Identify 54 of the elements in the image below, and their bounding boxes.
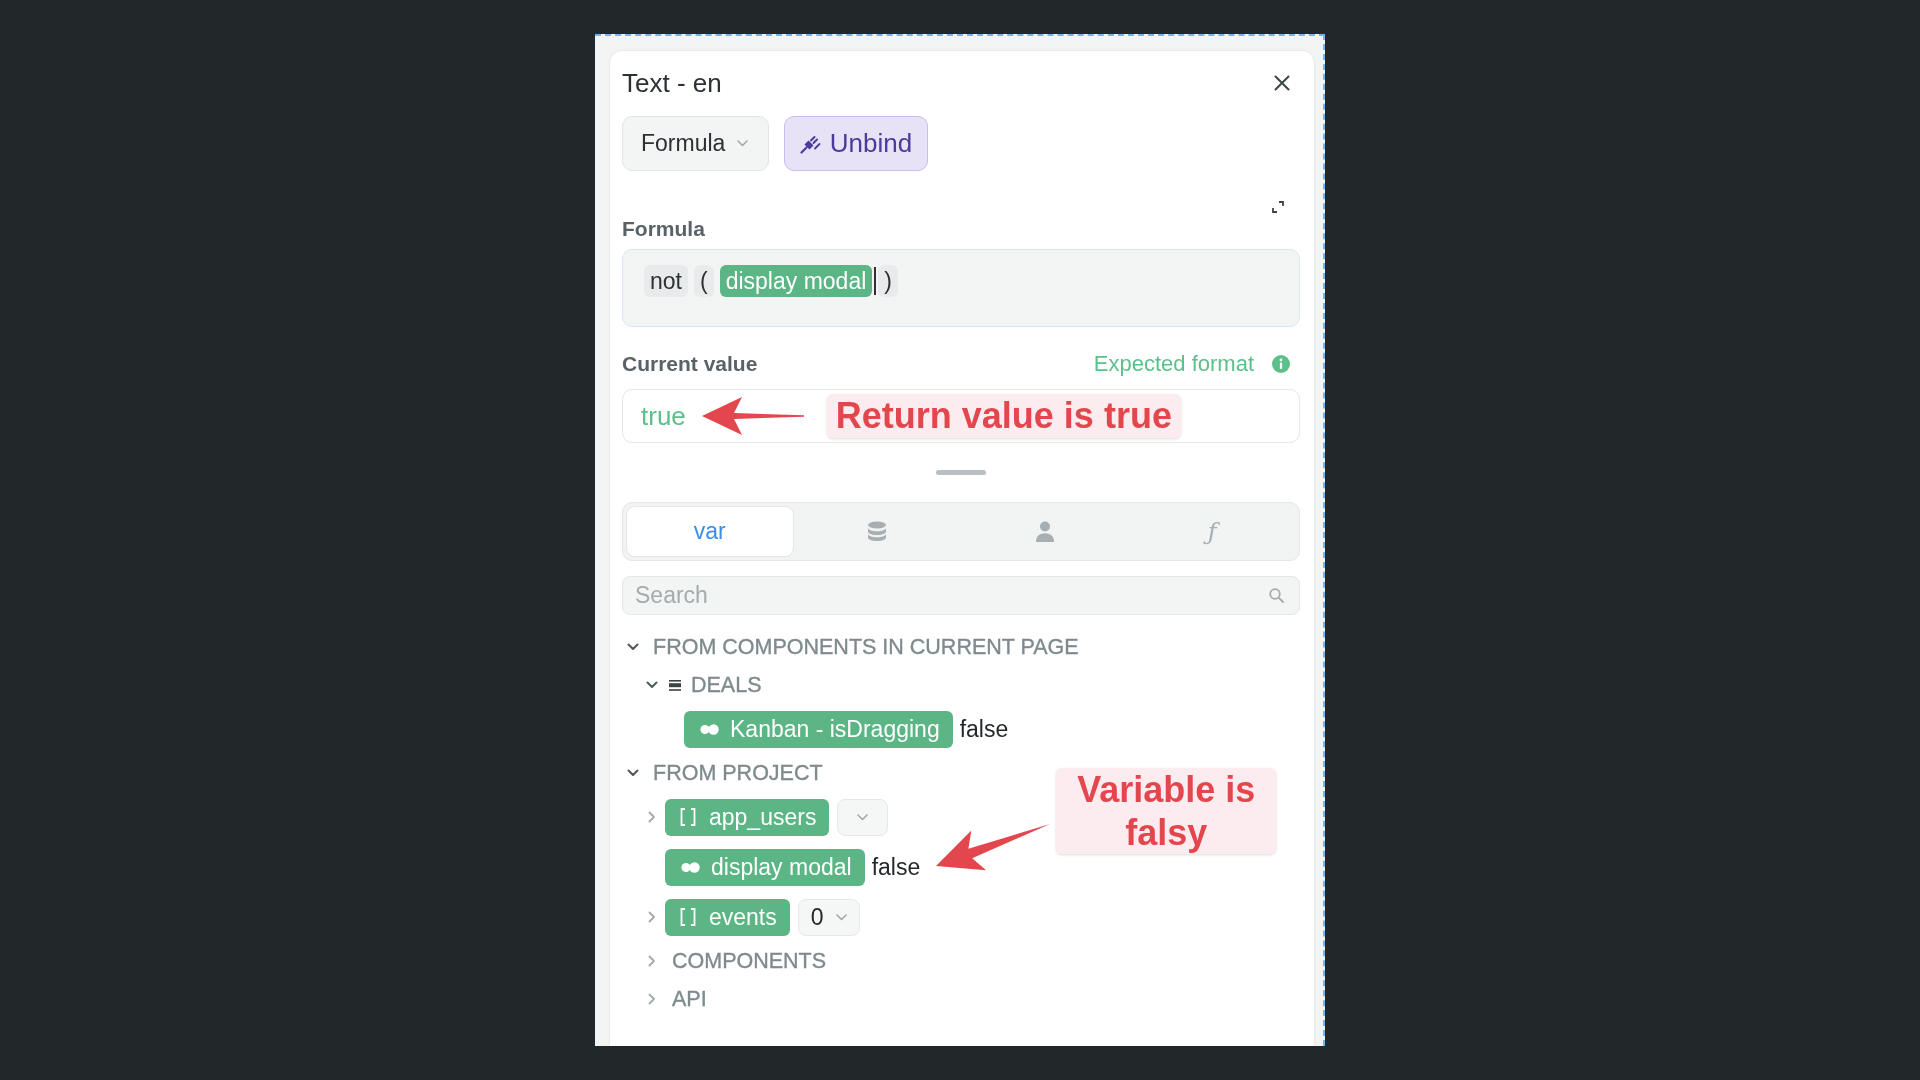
unbind-button[interactable]: Unbind [784, 116, 928, 171]
dots-icon [681, 861, 700, 873]
field-label: Current value [622, 351, 758, 377]
brackets-icon [680, 908, 696, 926]
search-field[interactable]: Search [622, 576, 1300, 615]
close-icon [1274, 75, 1290, 91]
tab[interactable]: var [627, 507, 793, 556]
dots-icon [700, 723, 719, 735]
chevron-down-icon[interactable] [646, 681, 658, 689]
section-label: FROM PROJECT [653, 760, 823, 786]
expand-icon[interactable] [1272, 200, 1284, 213]
value-text: true [641, 400, 686, 432]
close-button[interactable] [1274, 75, 1290, 91]
chevron-right-icon[interactable] [648, 955, 656, 967]
folder-label: COMPONENTS [672, 948, 827, 974]
field-label: Formula [622, 216, 706, 242]
callout-label: Variable is falsy [1056, 768, 1277, 854]
resize-handle[interactable] [936, 470, 986, 475]
caret-icon [857, 813, 869, 821]
component-label: DEALS [691, 672, 762, 698]
expected-format-label: Expected format [1093, 351, 1254, 377]
variable-token: display modal [719, 265, 873, 297]
chevron-down-icon[interactable] [627, 643, 639, 651]
variable-chip[interactable]: events [665, 898, 790, 936]
caret-icon [835, 913, 847, 921]
search-icon [1269, 588, 1284, 603]
index-dropdown[interactable] [837, 798, 889, 836]
chevron-right-icon[interactable] [648, 911, 656, 923]
callout-label: Return value is true [826, 394, 1181, 438]
formula-token: ) [878, 265, 898, 297]
section-label: FROM COMPONENTS IN CURRENT PAGE [653, 634, 1079, 660]
variable-value: false [871, 853, 921, 881]
chevron-right-icon[interactable] [648, 993, 656, 1005]
tab[interactable]: ƒ [1129, 507, 1295, 556]
index-dropdown[interactable]: 0 [797, 898, 860, 936]
formula-token: not [644, 265, 688, 297]
database-icon [867, 521, 888, 542]
variable-chip[interactable]: display modal [665, 848, 865, 886]
brackets-icon [680, 808, 696, 826]
formula-editor[interactable]: not ( display modal ) [622, 249, 1300, 327]
formula-token: ( [694, 265, 714, 297]
user-icon [1034, 521, 1055, 542]
formula-dropdown[interactable]: Formula [622, 116, 769, 171]
caret-icon [737, 140, 749, 147]
variable-chip[interactable]: Kanban - isDragging [684, 710, 953, 748]
variable-chip[interactable]: app_users [665, 798, 830, 836]
info-icon[interactable] [1272, 355, 1290, 373]
chevron-down-icon[interactable] [627, 769, 639, 777]
folder-label: API [672, 986, 707, 1012]
list-icon [669, 679, 681, 691]
plug-icon [799, 133, 821, 154]
variable-value: false [959, 715, 1009, 743]
panel-title: Text - en [622, 67, 722, 99]
chevron-right-icon[interactable] [648, 811, 656, 823]
